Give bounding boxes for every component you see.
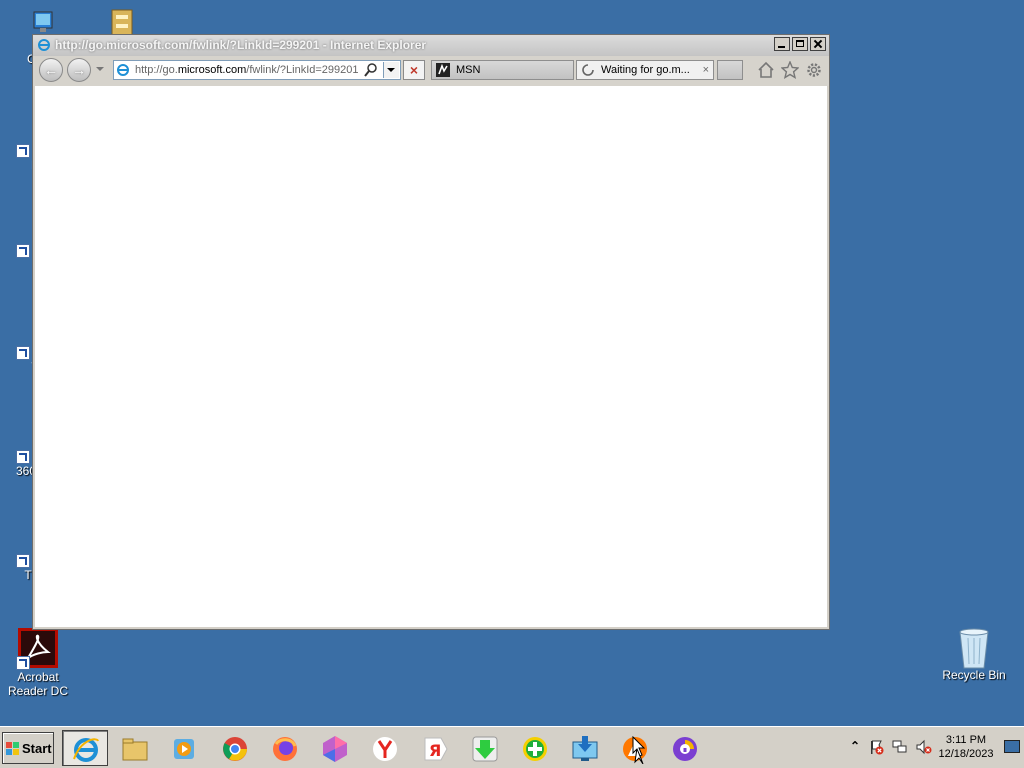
tab-loading[interactable]: Waiting for go.m... × xyxy=(576,60,714,80)
desktop-icon-label: Acrobat Reader DC xyxy=(7,670,69,698)
taskbar-install-tool[interactable] xyxy=(562,730,608,766)
start-label: Start xyxy=(22,741,52,756)
taskbar-yandex[interactable]: Я xyxy=(412,730,458,766)
shortcut-arrow-icon xyxy=(16,244,30,258)
forward-arrow-icon: → xyxy=(72,62,86,78)
url-domain: microsoft.com xyxy=(177,64,247,76)
yandex-browser-icon xyxy=(373,737,397,761)
home-icon[interactable] xyxy=(757,61,775,79)
taskbar-media-player[interactable] xyxy=(162,730,208,766)
shortcut-arrow-icon xyxy=(16,346,30,360)
minimize-button[interactable] xyxy=(774,37,790,51)
download-arrow-icon xyxy=(472,736,498,762)
taskbar-internet-explorer[interactable] xyxy=(62,730,108,766)
address-dropdown-button[interactable] xyxy=(383,62,399,78)
mouse-pointer-icon xyxy=(632,736,646,757)
internet-explorer-icon xyxy=(73,738,99,762)
favorites-star-icon[interactable] xyxy=(781,61,799,79)
network-icon[interactable] xyxy=(892,739,908,755)
shortcut-arrow-icon xyxy=(16,656,30,670)
polygon-app-icon xyxy=(323,736,347,762)
media-player-icon xyxy=(174,739,194,759)
start-button[interactable]: Start xyxy=(2,732,54,764)
taskbar-vpn-app[interactable] xyxy=(662,730,708,766)
desktop-icon-label: Recycle Bin xyxy=(942,668,1006,682)
acrobat-icon xyxy=(16,628,58,670)
clock-date: 12/18/2023 xyxy=(938,748,994,760)
monitor-download-icon xyxy=(572,736,598,761)
taskbar: Start Я ⌃ 3:11 PM 12/18/2023 xyxy=(0,726,1024,768)
address-bar[interactable]: http://go.microsoft.com/fwlink/?LinkId=2… xyxy=(113,60,401,80)
yandex-icon: Я xyxy=(424,737,448,761)
taskbar-360-plus[interactable] xyxy=(512,730,558,766)
shortcut-arrow-icon xyxy=(16,450,30,464)
shortcut-arrow-icon xyxy=(16,144,30,158)
taskbar-chrome[interactable] xyxy=(212,730,258,766)
new-tab-button[interactable] xyxy=(717,60,743,80)
taskbar-file-explorer[interactable] xyxy=(112,730,158,766)
msn-icon xyxy=(436,63,450,77)
ie-logo-icon xyxy=(38,39,50,51)
gear-icon[interactable] xyxy=(805,61,823,79)
search-icon[interactable] xyxy=(364,63,378,77)
recycle-bin-icon xyxy=(954,626,994,669)
close-window-button[interactable] xyxy=(810,37,826,51)
tab-label: MSN xyxy=(456,64,481,76)
volume-muted-icon[interactable] xyxy=(916,739,932,755)
desktop-icon-recycle-bin[interactable]: Recycle Bin xyxy=(936,626,1012,682)
taskbar-firefox[interactable] xyxy=(262,730,308,766)
internet-explorer-window[interactable]: http://go.microsoft.com/fwlink/?LinkId=2… xyxy=(32,34,830,630)
desktop-icon-acrobat[interactable]: Acrobat Reader DC xyxy=(0,628,76,698)
chrome-icon xyxy=(223,737,247,761)
address-url[interactable]: http://go.microsoft.com/fwlink/?LinkId=2… xyxy=(135,64,367,76)
taskbar-yandex-browser[interactable] xyxy=(362,730,408,766)
stop-button[interactable]: × xyxy=(403,60,425,80)
windows-logo-icon xyxy=(6,742,19,755)
recent-pages-dropdown[interactable] xyxy=(96,67,104,71)
system-tray: ⌃ 3:11 PM 12/18/2023 xyxy=(846,727,1024,767)
tab-label: Waiting for go.m... xyxy=(601,64,690,76)
ie-page-icon xyxy=(117,64,129,76)
svg-text:Я: Я xyxy=(429,741,441,760)
back-button[interactable]: ← xyxy=(39,58,63,82)
show-hidden-icons-button[interactable]: ⌃ xyxy=(850,739,860,753)
url-suffix: /fwlink/?LinkId=299201 xyxy=(246,64,359,76)
window-titlebar[interactable]: http://go.microsoft.com/fwlink/?LinkId=2… xyxy=(33,35,829,56)
system-clock[interactable]: 3:11 PM 12/18/2023 xyxy=(934,733,998,761)
firefox-icon xyxy=(273,737,297,761)
taskbar-polygon-app[interactable] xyxy=(312,730,358,766)
action-center-flag-icon[interactable] xyxy=(868,739,884,755)
show-desktop-button[interactable] xyxy=(1004,740,1020,753)
page-content-area[interactable] xyxy=(35,86,827,627)
folder-icon xyxy=(122,738,148,761)
clock-time: 3:11 PM xyxy=(945,734,987,746)
maximize-button[interactable] xyxy=(792,37,808,51)
forward-button[interactable]: → xyxy=(67,58,91,82)
back-arrow-icon: ← xyxy=(44,62,58,78)
taskbar-downloader[interactable] xyxy=(462,730,508,766)
browser-toolbar: ← → http://go.microsoft.com/fwlink/?Link… xyxy=(33,56,829,86)
tab-msn[interactable]: MSN xyxy=(431,60,574,80)
loading-spinner-icon xyxy=(582,64,594,76)
window-title: http://go.microsoft.com/fwlink/?LinkId=2… xyxy=(55,38,427,52)
url-prefix: http://go. xyxy=(135,64,178,76)
shortcut-arrow-icon xyxy=(16,554,30,568)
lock-shield-icon xyxy=(673,737,697,761)
plus-circle-icon xyxy=(523,737,547,761)
close-tab-icon[interactable]: × xyxy=(703,61,709,79)
